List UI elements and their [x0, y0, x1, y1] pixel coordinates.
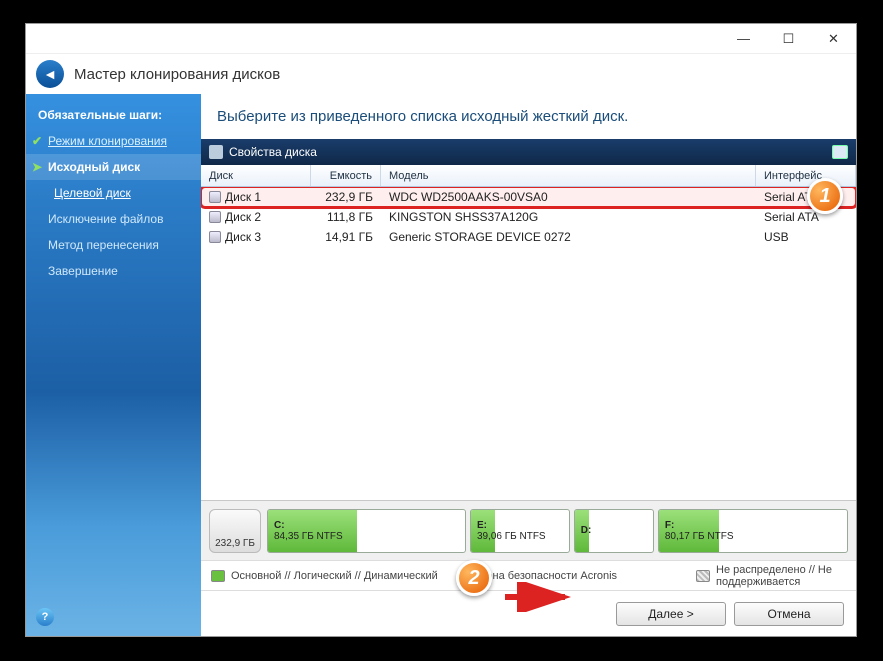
disk-table: Диск 1 232,9 ГБ WDC WD2500AAKS-00VSA0 Se…	[201, 187, 856, 500]
disk-total-chip: 232,9 ГБ	[209, 509, 261, 553]
back-button[interactable]: ◄	[36, 60, 64, 88]
legend-primary: Основной // Логический // Динамический	[231, 570, 438, 582]
step-label: Метод перенесения	[48, 238, 159, 252]
sidebar-heading: Обязательные шаги:	[26, 102, 201, 128]
col-interface[interactable]: Интерфейс	[756, 165, 856, 186]
titlebar: — ☐ ✕	[26, 24, 856, 54]
partition-letter: C:	[274, 520, 285, 531]
step-migration-method[interactable]: Метод перенесения	[26, 232, 201, 258]
table-row[interactable]: Диск 2 111,8 ГБ KINGSTON SHSS37A120G Ser…	[201, 207, 856, 227]
next-button[interactable]: Далее >	[616, 602, 726, 626]
legend-acronis: Зона безопасности Acronis	[480, 570, 617, 582]
help-button[interactable]: ?	[36, 608, 54, 626]
disk-icon	[209, 211, 221, 223]
step-clone-mode[interactable]: ✔ Режим клонирования	[26, 128, 201, 154]
legend-unalloc: Не распределено // Не поддерживается	[716, 564, 846, 588]
disk-icon	[209, 231, 221, 243]
partition-map: 232,9 ГБ C:84,35 ГБ NTFS E:39,06 ГБ NTFS…	[201, 500, 856, 560]
wizard-body: Обязательные шаги: ✔ Режим клонирования …	[26, 94, 856, 636]
legend-swatch-primary	[211, 570, 225, 582]
disk-properties-header: Свойства диска	[201, 139, 856, 165]
step-target-disk[interactable]: Целевой диск	[26, 180, 201, 206]
disk-model: WDC WD2500AAKS-00VSA0	[381, 190, 756, 204]
col-capacity[interactable]: Емкость	[311, 165, 381, 186]
disk-interface: USB	[756, 230, 856, 244]
disk-interface: Serial ATA	[756, 210, 856, 224]
wizard-title: Мастер клонирования дисков	[74, 66, 280, 83]
disk-icon	[209, 145, 223, 159]
disk-capacity: 14,91 ГБ	[311, 230, 381, 244]
step-label: Завершение	[48, 264, 118, 278]
table-row[interactable]: Диск 3 14,91 ГБ Generic STORAGE DEVICE 0…	[201, 227, 856, 247]
disk-name: Диск 2	[225, 210, 261, 224]
partition-size: 84,35 ГБ NTFS	[274, 531, 343, 542]
arrow-left-icon: ◄	[43, 66, 57, 82]
main-pane: Выберите из приведенного списка исходный…	[201, 94, 856, 636]
disk-icon	[209, 191, 221, 203]
partition-letter: D:	[581, 525, 592, 536]
annotation-arrow-icon	[500, 582, 580, 612]
annotation-callout-2: 2	[456, 560, 492, 596]
step-source-disk[interactable]: ➤ Исходный диск	[26, 154, 201, 180]
step-finish[interactable]: Завершение	[26, 258, 201, 284]
legend-swatch-unalloc	[696, 570, 710, 582]
computer-icon[interactable]	[832, 145, 848, 159]
step-label: Исходный диск	[48, 160, 140, 174]
disk-total-size: 232,9 ГБ	[215, 538, 255, 549]
disk-name: Диск 3	[225, 230, 261, 244]
check-icon: ✔	[32, 134, 42, 148]
disk-model: KINGSTON SHSS37A120G	[381, 210, 756, 224]
partition-letter: F:	[665, 520, 674, 531]
close-button[interactable]: ✕	[811, 25, 856, 53]
help-area: ?	[26, 598, 201, 636]
partition[interactable]: F:80,17 ГБ NTFS	[658, 509, 848, 553]
step-label: Целевой диск	[54, 186, 131, 200]
annotation-callout-1: 1	[807, 178, 843, 214]
wizard-window: — ☐ ✕ ◄ Мастер клонирования дисков Обяза…	[25, 23, 857, 637]
partition-size: 80,17 ГБ NTFS	[665, 531, 734, 542]
arrow-right-icon: ➤	[32, 160, 42, 174]
wizard-header: ◄ Мастер клонирования дисков	[26, 54, 856, 94]
col-disk[interactable]: Диск	[201, 165, 311, 186]
partition[interactable]: D:	[574, 509, 654, 553]
partition-size: 39,06 ГБ NTFS	[477, 531, 546, 542]
step-exclude-files[interactable]: Исключение файлов	[26, 206, 201, 232]
partition[interactable]: C:84,35 ГБ NTFS	[267, 509, 466, 553]
cancel-button[interactable]: Отмена	[734, 602, 844, 626]
partitions: C:84,35 ГБ NTFS E:39,06 ГБ NTFS D: F:80,…	[267, 509, 848, 553]
instruction-text: Выберите из приведенного списка исходный…	[201, 94, 856, 139]
step-label: Исключение файлов	[48, 212, 163, 226]
maximize-button[interactable]: ☐	[766, 25, 811, 53]
table-header: Диск Емкость Модель Интерфейс	[201, 165, 856, 187]
disk-model: Generic STORAGE DEVICE 0272	[381, 230, 756, 244]
panel-title: Свойства диска	[229, 145, 317, 159]
minimize-button[interactable]: —	[721, 25, 766, 53]
sidebar: Обязательные шаги: ✔ Режим клонирования …	[26, 94, 201, 636]
step-label: Режим клонирования	[48, 134, 167, 148]
partition[interactable]: E:39,06 ГБ NTFS	[470, 509, 570, 553]
table-row[interactable]: Диск 1 232,9 ГБ WDC WD2500AAKS-00VSA0 Se…	[201, 187, 856, 207]
disk-capacity: 111,8 ГБ	[311, 210, 381, 224]
col-model[interactable]: Модель	[381, 165, 756, 186]
partition-letter: E:	[477, 520, 487, 531]
disk-capacity: 232,9 ГБ	[311, 190, 381, 204]
disk-name: Диск 1	[225, 190, 261, 204]
